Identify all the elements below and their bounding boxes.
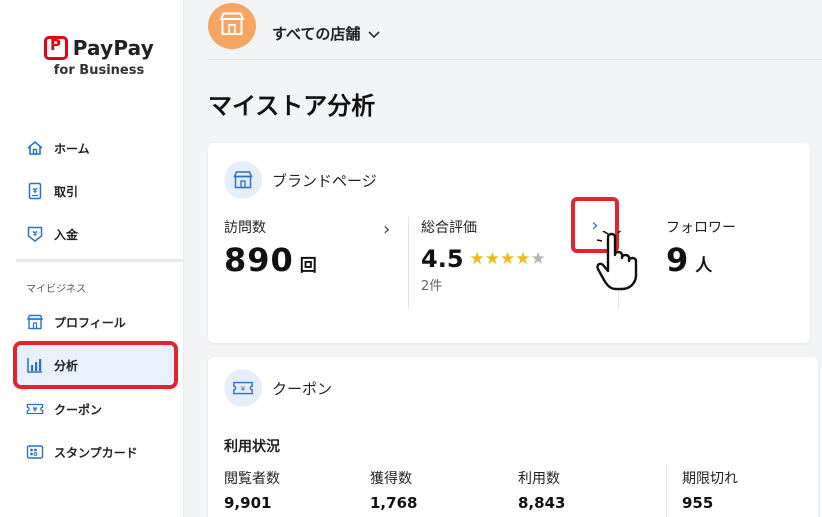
sidebar-item-transactions[interactable]: ¥ 取引 [16, 171, 176, 211]
sidebar-item-profile[interactable]: プロフィール [16, 302, 176, 342]
chevron-down-icon [368, 25, 380, 43]
sidebar-item-deposit[interactable]: ¥ 入金 [16, 214, 176, 254]
store-icon [224, 161, 262, 199]
sidebar-divider [16, 259, 184, 262]
header-divider [208, 59, 822, 60]
usage-stat-acquired[interactable]: 獲得数 1,768 [370, 468, 417, 512]
svg-text:¥: ¥ [241, 384, 246, 393]
followers-unit: 人 [695, 256, 713, 276]
rating-value: 4.5 [421, 245, 464, 273]
deposit-icon: ¥ [26, 225, 44, 243]
paypay-logo-icon [44, 36, 68, 60]
usage-stat-viewers[interactable]: 閲覧者数 9,901 [224, 468, 280, 512]
stat-label: 期限切れ [682, 471, 738, 487]
visits-metric[interactable]: 訪問数 890 回 [224, 217, 394, 307]
sidebar-item-label: 取引 [54, 184, 79, 199]
sidebar-item-home[interactable]: ホーム [16, 128, 176, 168]
svg-text:¥: ¥ [33, 230, 38, 238]
paypay-logo[interactable]: PayPay for Business [44, 36, 154, 78]
stat-value: 8,843 [518, 494, 566, 512]
stat-divider [666, 464, 667, 517]
visits-label: 訪問数 [224, 220, 266, 236]
store-icon [218, 11, 246, 41]
followers-value: 9 [666, 241, 690, 279]
stamp-card-icon [26, 443, 44, 461]
brand-page-header[interactable]: ブランドページ [224, 161, 377, 199]
metric-divider [408, 217, 409, 309]
svg-text:¥: ¥ [33, 187, 38, 195]
sidebar-item-label: スタンプカード [54, 445, 138, 460]
usage-label: 利用状況 [224, 439, 280, 455]
usage-stat-expired[interactable]: 期限切れ 955 [682, 468, 738, 512]
followers-metric[interactable]: フォロワー 9 人 [666, 217, 806, 307]
card-title: ブランドページ [272, 171, 377, 190]
store-selector[interactable]: すべての店舗 [272, 23, 380, 44]
pointer-hand-icon [596, 231, 638, 291]
stat-value: 955 [682, 494, 714, 512]
usage-stat-used[interactable]: 利用数 8,843 [518, 468, 565, 512]
sidebar-item-label: ホーム [54, 141, 90, 156]
stat-label: 閲覧者数 [224, 471, 280, 487]
receipt-icon: ¥ [26, 182, 44, 200]
store-avatar [208, 3, 256, 49]
coupon-header[interactable]: ¥ クーポン [224, 369, 332, 407]
coupon-icon: ¥ [224, 369, 262, 407]
section-label: マイビジネス [26, 284, 86, 295]
stat-label: 獲得数 [370, 471, 412, 487]
sidebar-item-stamp-card[interactable]: スタンプカード [16, 432, 176, 472]
brand-page-card: ブランドページ 訪問数 890 回 › 総合評価 4.5 ★★★★★ 2件 フォ… [208, 143, 810, 343]
visits-unit: 回 [299, 256, 317, 276]
rating-count: 2件 [421, 279, 443, 294]
svg-text:¥: ¥ [33, 407, 38, 414]
page-title: マイストア分析 [208, 92, 376, 120]
stat-label: 利用数 [518, 471, 560, 487]
chevron-right-icon[interactable]: › [383, 219, 390, 240]
followers-label: フォロワー [666, 220, 736, 236]
logo-name: PayPay [72, 36, 154, 60]
sidebar-item-coupon[interactable]: ¥ クーポン [16, 389, 176, 429]
sidebar-item-label: クーポン [54, 402, 103, 417]
logo-sub: for Business [53, 63, 145, 78]
star-rating-icon: ★★★★★ [469, 249, 546, 269]
sidebar-item-label: プロフィール [54, 315, 126, 330]
card-title: クーポン [272, 379, 333, 398]
chart-icon [26, 356, 44, 374]
store-selector-label: すべての店舗 [272, 25, 361, 43]
sidebar-item-analytics[interactable]: 分析 [13, 341, 178, 389]
store-icon [26, 313, 44, 331]
sidebar-item-label: 入金 [54, 227, 79, 242]
home-icon [26, 139, 44, 157]
visits-value: 890 [224, 241, 294, 279]
sidebar: PayPay for Business ホーム ¥ 取引 ¥ 入金 マイビジネス… [0, 0, 184, 517]
sidebar-item-label: 分析 [54, 358, 79, 373]
coupon-icon: ¥ [26, 400, 44, 418]
stat-value: 9,901 [224, 494, 272, 512]
stat-value: 1,768 [370, 494, 418, 512]
